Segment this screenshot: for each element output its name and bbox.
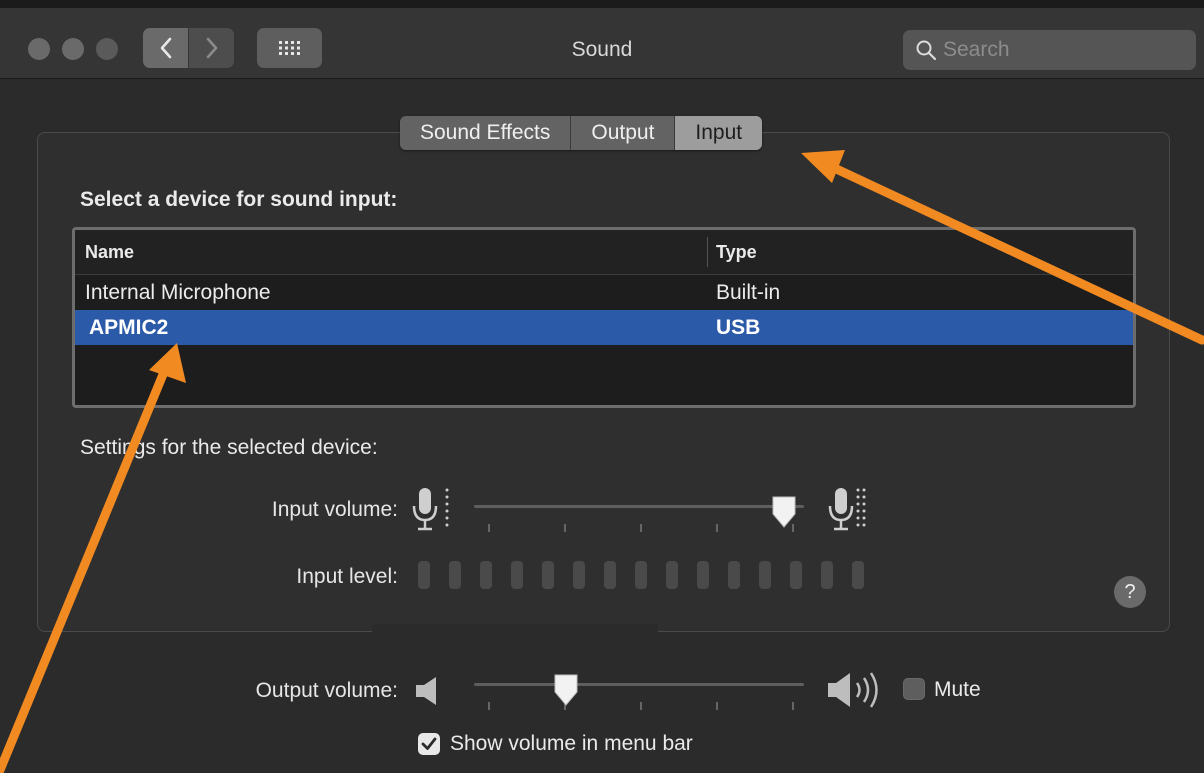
slider-tick (564, 524, 566, 532)
device-settings-heading: Settings for the selected device: (80, 436, 378, 459)
tab-output[interactable]: Output (571, 116, 676, 150)
tab-bar: Sound Effects Output Input (400, 116, 763, 150)
search-placeholder: Search (943, 38, 1010, 61)
input-level-label: Input level: (296, 565, 398, 588)
speaker-low-icon (416, 677, 436, 705)
search-field[interactable]: Search (903, 30, 1196, 70)
input-level-segment (759, 561, 771, 589)
input-level-segment (604, 561, 616, 589)
column-divider (707, 237, 708, 267)
device-name: Internal Microphone (85, 280, 271, 304)
slider-tick (716, 702, 718, 710)
show-volume-label: Show volume in menu bar (450, 732, 693, 755)
column-header-type[interactable]: Type (716, 242, 1133, 263)
panel-bottom-notch (372, 624, 658, 642)
device-name: APMIC2 (89, 315, 169, 339)
slider-tick (792, 702, 794, 710)
show-volume-checkbox[interactable] (418, 733, 440, 755)
slider-tick (488, 702, 490, 710)
table-header: Name Type (75, 230, 1133, 275)
slider-tick (488, 524, 490, 532)
column-header-name[interactable]: Name (75, 242, 707, 263)
input-level-segment (697, 561, 709, 589)
speaker-high-icon (828, 672, 878, 708)
slider-tick (640, 702, 642, 710)
input-level-segment (635, 561, 647, 589)
input-level-segment (573, 561, 585, 589)
input-level-segment (821, 561, 833, 589)
sound-preferences-window: Sound Search Sound Effects Output Input … (0, 0, 1204, 773)
input-level-segment (480, 561, 492, 589)
input-level-segment (728, 561, 740, 589)
slider-tick (716, 524, 718, 532)
input-level-segment (511, 561, 523, 589)
input-level-segment (852, 561, 864, 589)
input-volume-track (474, 505, 804, 508)
microphone-high-icon (828, 488, 866, 531)
tab-sound-effects[interactable]: Sound Effects (400, 116, 572, 150)
input-level-segment (542, 561, 554, 589)
input-volume-thumb[interactable] (770, 494, 798, 530)
tab-input[interactable]: Input (675, 116, 763, 150)
output-volume-track (474, 683, 804, 686)
device-list-heading: Select a device for sound input: (80, 188, 398, 211)
device-row-apmic2[interactable]: APMIC2 USB (75, 310, 1133, 345)
input-level-segment (790, 561, 802, 589)
device-type: Built-in (716, 280, 781, 304)
mute-checkbox[interactable] (903, 678, 925, 700)
mute-label: Mute (934, 678, 981, 701)
title-bar: Sound Search (0, 8, 1204, 79)
checkmark-icon (421, 737, 437, 750)
input-level-segment (666, 561, 678, 589)
device-type: USB (716, 315, 761, 339)
input-device-table[interactable]: Name Type Internal Microphone Built-in A… (72, 227, 1136, 408)
slider-tick (640, 524, 642, 532)
device-row-internal-microphone[interactable]: Internal Microphone Built-in (75, 275, 1133, 310)
output-volume-label: Output volume: (255, 679, 398, 702)
input-level-segment (418, 561, 430, 589)
microphone-low-icon (412, 488, 449, 531)
output-volume-thumb[interactable] (552, 672, 580, 708)
help-button[interactable]: ? (1114, 576, 1146, 608)
input-volume-label: Input volume: (271, 498, 398, 521)
input-level-segment (449, 561, 461, 589)
search-icon (916, 40, 937, 61)
